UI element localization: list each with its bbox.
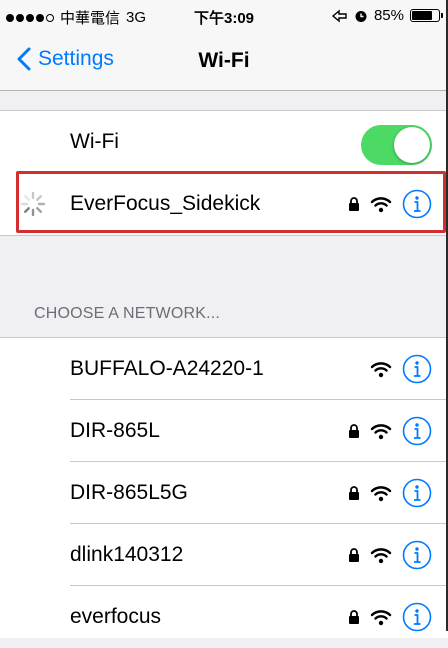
network-name: everfocus xyxy=(70,605,162,628)
highlight-box xyxy=(16,171,446,233)
page-title: Wi-Fi xyxy=(198,49,250,72)
info-icon[interactable] xyxy=(402,354,432,384)
wifi-toggle-label: Wi-Fi xyxy=(70,130,119,153)
wifi-signal-icon xyxy=(370,423,392,439)
info-icon[interactable] xyxy=(402,478,432,508)
battery-level xyxy=(412,11,432,20)
lock-icon xyxy=(349,486,359,500)
info-icon[interactable] xyxy=(402,416,432,446)
battery-percent: 85% xyxy=(373,7,404,24)
network-list: BUFFALO-A24220-1 DIR-865L DIR-865L5G dli… xyxy=(0,337,448,638)
network-row[interactable]: BUFFALO-A24220-1 xyxy=(0,338,448,400)
lock-icon xyxy=(349,424,359,438)
wifi-toggle-row: Wi-Fi xyxy=(0,111,448,173)
network-name: DIR-865L xyxy=(70,419,160,442)
lock-icon xyxy=(349,610,359,624)
status-right: 85% xyxy=(331,7,443,24)
info-icon[interactable] xyxy=(402,540,432,570)
network-row[interactable]: everfocus xyxy=(0,586,448,648)
battery-icon xyxy=(410,9,443,22)
wifi-signal-icon xyxy=(370,485,392,501)
alarm-clock-icon xyxy=(355,10,367,22)
network-icons xyxy=(348,477,432,509)
wifi-signal-icon xyxy=(370,547,392,563)
network-name: dlink140312 xyxy=(70,543,184,566)
wifi-signal-icon xyxy=(370,609,392,625)
network-row[interactable]: dlink140312 xyxy=(0,524,448,586)
network-name: BUFFALO-A24220-1 xyxy=(70,357,264,380)
network-icons xyxy=(348,415,432,447)
wifi-signal-icon xyxy=(370,361,392,377)
wifi-toggle-switch[interactable] xyxy=(361,125,432,165)
network-name: DIR-865L5G xyxy=(70,481,188,504)
info-icon[interactable] xyxy=(402,602,432,632)
network-icons xyxy=(370,353,432,385)
navigation-bar: Settings Wi-Fi xyxy=(0,32,448,91)
status-bar: 中華電信 3G 下午3:09 85% xyxy=(0,0,448,32)
network-row[interactable]: DIR-865L xyxy=(0,400,448,462)
network-icons xyxy=(348,601,432,633)
network-icons xyxy=(348,539,432,571)
lock-icon xyxy=(349,548,359,562)
choose-network-header: CHOOSE A NETWORK... xyxy=(34,305,221,322)
network-row[interactable]: DIR-865L5G xyxy=(0,462,448,524)
location-arrow-icon xyxy=(331,9,347,22)
